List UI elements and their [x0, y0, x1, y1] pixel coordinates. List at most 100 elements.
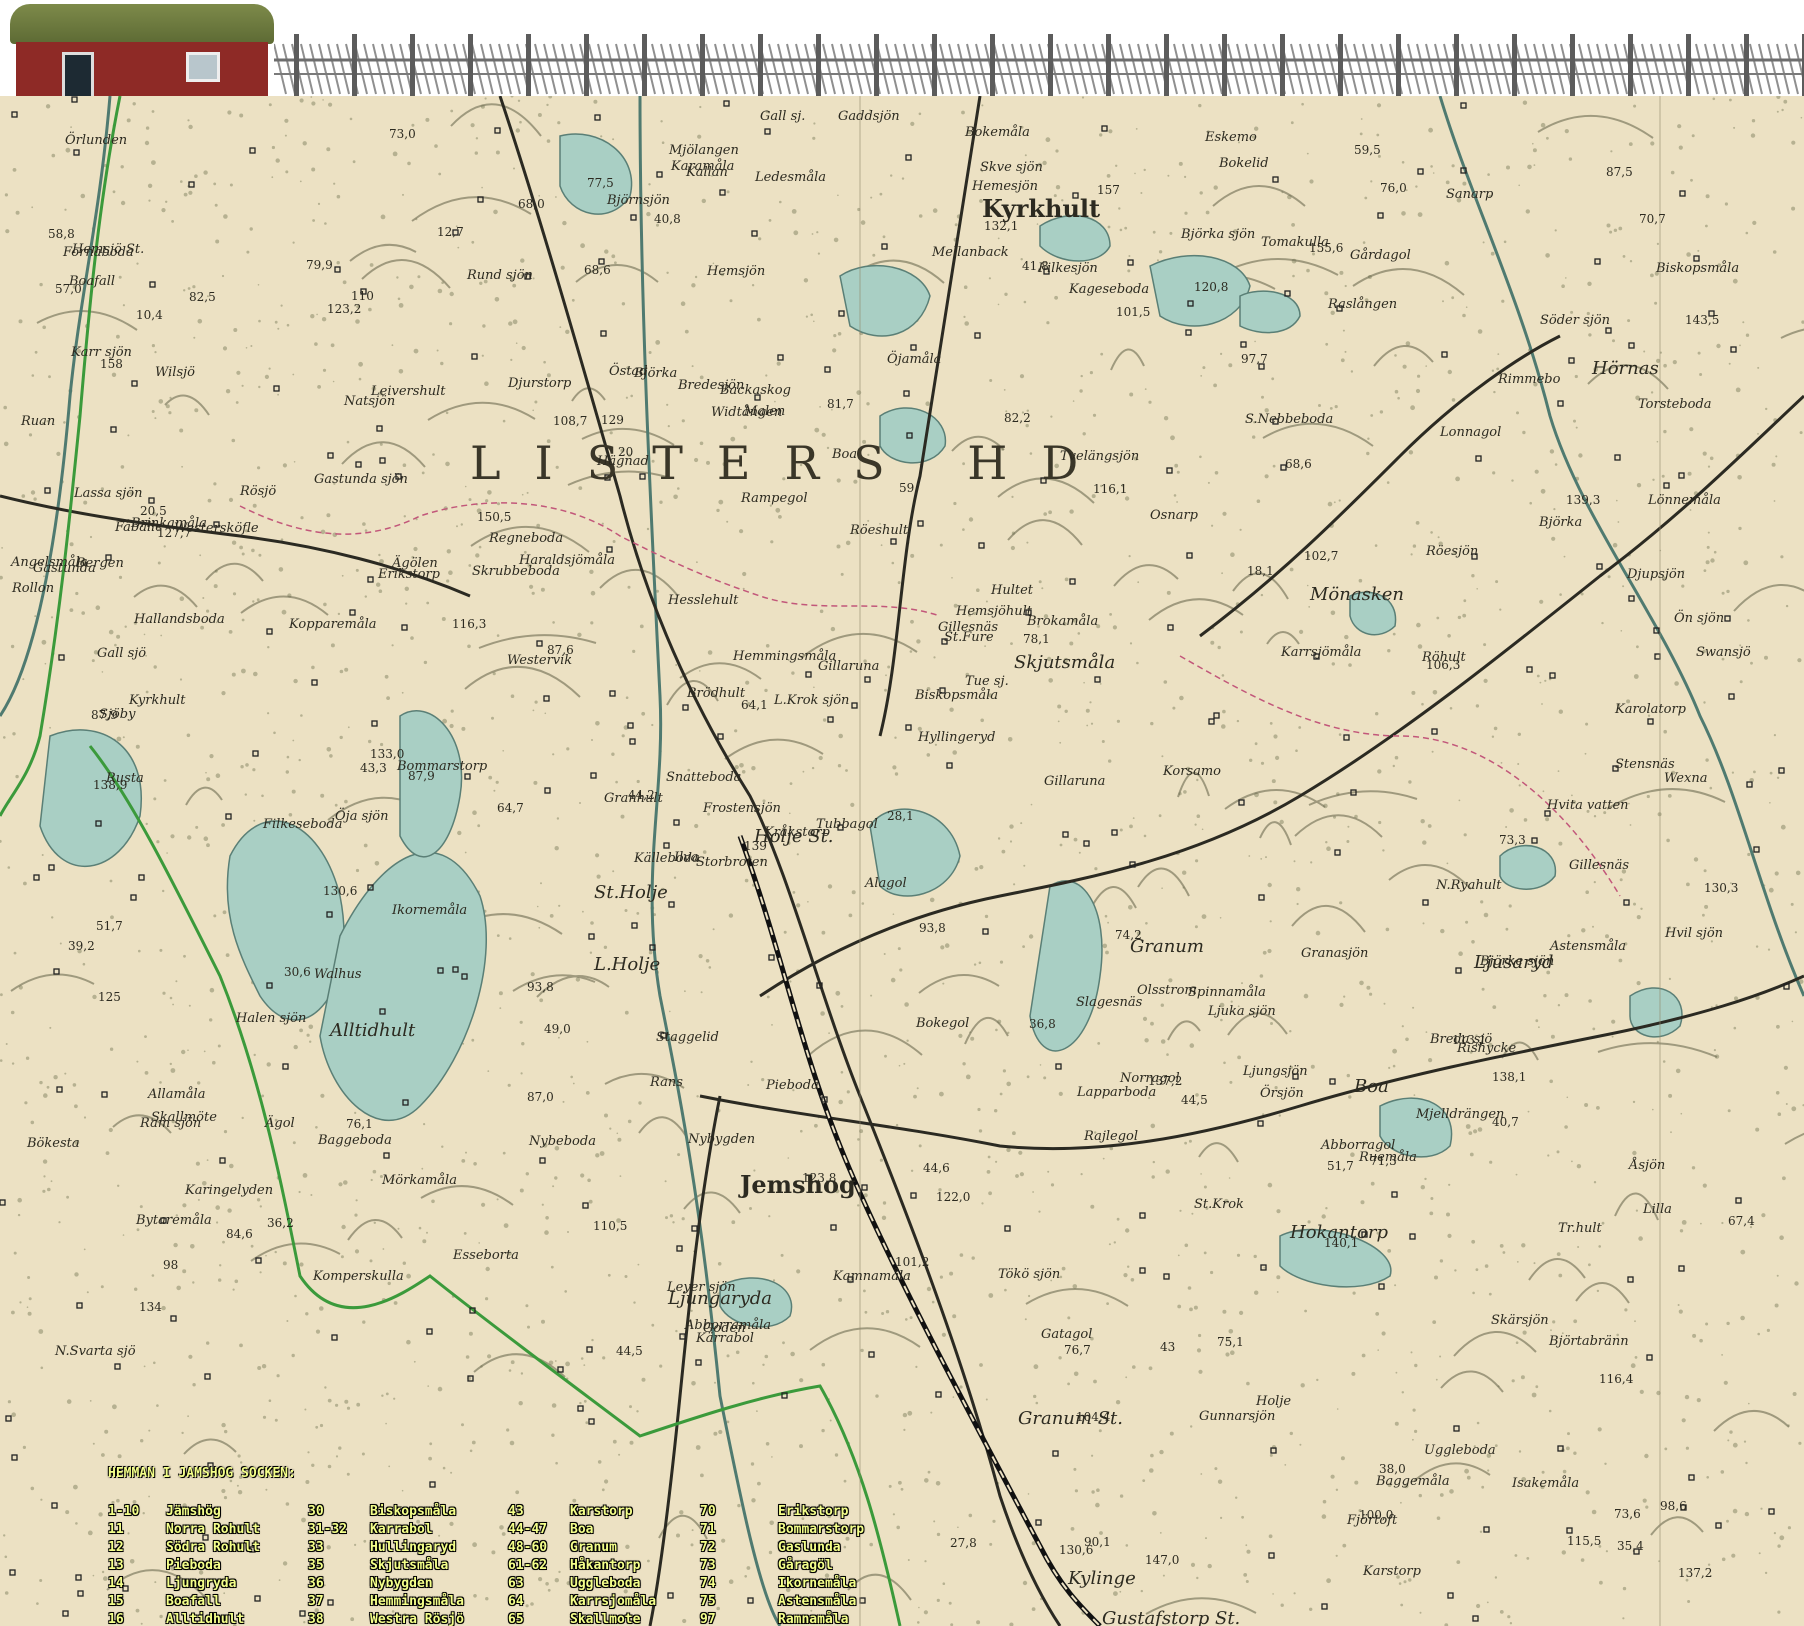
place-label-isakemala: Isakemåla — [1512, 1476, 1580, 1491]
legend-number: 13 — [108, 1558, 124, 1573]
elevation-label: 150,5 — [477, 510, 512, 524]
place-label-ojamala: Öjamåla — [887, 352, 942, 367]
place-label-lilla-sjon: Ljungsjön — [1243, 1064, 1308, 1079]
place-label-hesslehult: Hesslehult — [668, 593, 739, 608]
place-label-karstorp: Karstorp — [1363, 1564, 1421, 1579]
elevation-label: 70,7 — [1639, 212, 1666, 226]
place-label-hultet: Hultet — [991, 583, 1034, 598]
legend-title: HEMMAN I JAMSHOG SOCKEN: — [108, 1466, 296, 1481]
elevation-label: 130,6 — [323, 884, 358, 898]
elevation-label: 44,6 — [923, 1161, 950, 1175]
place-label-rajlegol: Rajlegol — [1084, 1129, 1139, 1144]
place-label-gustafstorp: Gustafstorp St. — [1102, 1608, 1241, 1626]
place-label-halen-sjon: Halen sjön — [236, 1011, 307, 1026]
place-label-stensnas: Stensnäs — [1615, 757, 1675, 772]
place-label-filkeseboda: Filkeseboda — [263, 817, 343, 832]
elevation-label: 123,8 — [802, 1171, 837, 1185]
historic-map[interactable]: LISTERS HD Kyrkhult Jemshog Holje St. St.Ho… — [0, 96, 1804, 1626]
elevation-label: 134 — [139, 1300, 162, 1314]
place-label-st-krok: St.Krok — [1194, 1197, 1244, 1212]
place-label-skarsjon: Skärsjön — [1491, 1313, 1549, 1328]
elevation-label: 12,7 — [437, 225, 464, 239]
legend-number: 44-47 — [508, 1522, 548, 1537]
elevation-label: 38,0 — [1379, 1462, 1406, 1476]
place-label-st-holje: St.Holje — [594, 882, 668, 903]
elevation-label: 64,7 — [497, 801, 524, 815]
elevation-label: 115,5 — [1567, 1534, 1602, 1548]
place-label-astensmala: Astensmåla — [1550, 939, 1627, 954]
place-label-gatagol: Gatagol — [1041, 1327, 1093, 1342]
legend-number: 16 — [108, 1612, 124, 1626]
place-label-bokemala: Bokemåla — [965, 125, 1030, 140]
legend-number: 73 — [700, 1558, 716, 1573]
elevation-label: 137,2 — [1678, 1566, 1713, 1580]
place-label-swansjo: Swansjö — [1696, 645, 1751, 660]
place-label-karolatorp: Karolatorp — [1615, 702, 1686, 717]
elevation-label: 133,0 — [370, 747, 405, 761]
elevation-label: 140,1 — [1324, 1236, 1359, 1250]
place-label-wilssjo: Wilsjö — [155, 365, 195, 380]
place-label-tue-sj: Tue sj. — [965, 674, 1009, 689]
legend-farm-name: Gåragöl — [778, 1558, 833, 1573]
place-label-baggeboda: Baggeboda — [318, 1133, 392, 1148]
elevation-label: 97,7 — [1241, 352, 1268, 366]
legend-number: 11 — [108, 1522, 124, 1537]
place-label-ona-sjon: Ön sjön — [1674, 611, 1725, 626]
place-label-boa: Boa — [1354, 1076, 1389, 1097]
elevation-label: 68,6 — [1285, 457, 1312, 471]
place-label-faballeboda: Fåballe — [115, 520, 163, 535]
place-label-alltidhult: Alltidhult — [330, 1020, 416, 1041]
legend-farm-name: Hullingaryd — [370, 1540, 457, 1555]
elevation-label: 44,2 — [628, 788, 655, 802]
elevation-label: 51,7 — [1327, 1159, 1354, 1173]
elevation-label: 81,7 — [827, 397, 854, 411]
legend-farm-name: Pieboda — [166, 1558, 221, 1573]
place-label-kamnamala: Kamnamåla — [833, 1269, 911, 1284]
place-label-bokegol: Bokegol — [916, 1016, 970, 1031]
legend-farm-name: Karrabol — [370, 1522, 433, 1537]
place-label-ugglebda: Uggleboda — [1424, 1443, 1496, 1458]
place-label-hvita-vatten: Hvita vatten — [1547, 798, 1629, 813]
elevation-label: 90,1 — [1084, 1535, 1111, 1549]
elevation-label: 39,2 — [68, 939, 95, 953]
place-label-toko-sjon: Tökö sjön — [998, 1267, 1061, 1282]
elevation-label: 36,8 — [1029, 1017, 1056, 1031]
elevation-label: 64,1 — [741, 698, 768, 712]
place-label-brodhult: Brödhult — [687, 686, 746, 701]
place-label-mjolangen: Mjölangen — [669, 143, 739, 158]
legend-farm-name: Skjutsmåla — [370, 1558, 449, 1573]
elevation-label: 74,2 — [1115, 928, 1142, 942]
elevation-label: 58,8 — [48, 227, 75, 241]
place-label-fornaboda: Fornaboda — [63, 245, 134, 260]
place-label-garadagol: Gårdagol — [1350, 248, 1411, 263]
legend-number: 35 — [308, 1558, 324, 1573]
elevation-label: 87,9 — [408, 769, 435, 783]
elevation-label: 101,5 — [1116, 305, 1151, 319]
place-label-hemsjohult: Hemsjöhult — [956, 604, 1033, 619]
place-label-lonnemala: Lönnemåla — [1648, 493, 1721, 508]
elevation-label: 137,2 — [1148, 1074, 1183, 1088]
place-label-gillesnas: Gillesnäs — [1569, 858, 1630, 873]
elevation-label: 76,1 — [346, 1117, 373, 1131]
elevation-label: 139,3 — [1566, 493, 1601, 507]
place-label-djupsjon: Djupsjön — [1627, 567, 1686, 582]
place-label-kylinge: Kylinge — [1068, 1568, 1136, 1589]
legend-number: 70 — [700, 1504, 716, 1519]
legend-farm-name: Hemmingsmåla — [370, 1594, 464, 1609]
place-label-jemshog: Jemshog — [740, 1170, 856, 1199]
legend-number: 38 — [308, 1612, 324, 1626]
elevation-label: 36,2 — [267, 1216, 294, 1230]
map-terrain — [0, 96, 1804, 1626]
place-label-hallandsboda: Hallandsboda — [134, 612, 225, 627]
place-label-bjorka: Björka — [1539, 515, 1583, 530]
place-label-komperskulla: Komperskulla — [313, 1269, 404, 1284]
elevation-label: 157 — [1097, 183, 1120, 197]
elevation-label: 75,1 — [1217, 1335, 1244, 1349]
place-label-olstorp: Olsstrom — [1137, 983, 1197, 998]
elevation-label: 67,4 — [1728, 1214, 1755, 1228]
elevation-label: 147,0 — [1145, 1553, 1180, 1567]
place-label-slageshas: Slagesnäs — [1076, 995, 1143, 1010]
place-label-n-ryahult: N.Ryahult — [1436, 878, 1502, 893]
place-label-granasjon: Granasjön — [1301, 946, 1369, 961]
legend-farm-name: Westra Rösjö — [370, 1612, 464, 1626]
